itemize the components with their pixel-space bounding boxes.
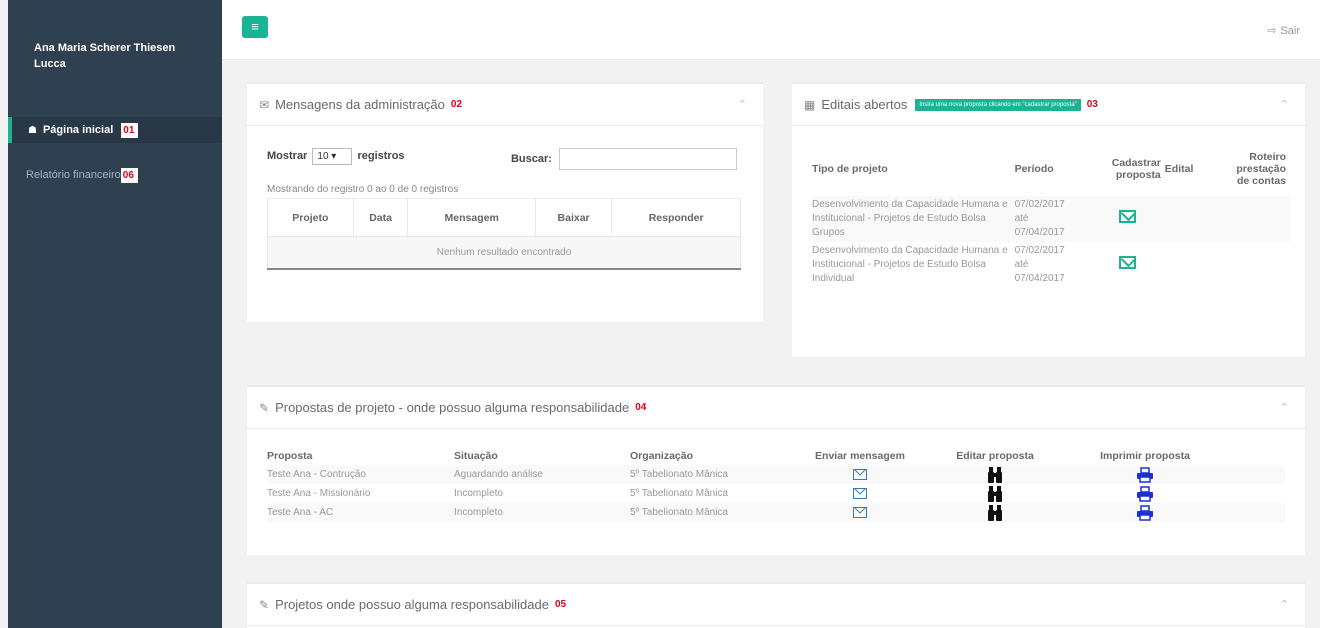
column-header[interactable]: Data	[352, 198, 409, 237]
panel-header: ▦ Editais abertos Insira uma nova propos…	[792, 84, 1305, 126]
hamburger-icon: ≡	[251, 19, 259, 34]
annotation-tag: 02	[450, 99, 463, 110]
projetos-panel: ✎ Projetos onde possuo alguma responsabi…	[247, 582, 1305, 628]
annotation-tag: 06	[120, 167, 138, 183]
search-label: Buscar:	[510, 152, 552, 165]
envelope-icon[interactable]	[1119, 210, 1136, 223]
organizacao-cell: 5º Tabelionato Mânica	[630, 503, 800, 522]
tipo-cell: Desenvolvimento da Capacidade Humana e I…	[812, 245, 1008, 284]
sidebar-item-label: Relatório financeiro	[26, 169, 121, 181]
calendar-icon: ▦	[804, 97, 816, 112]
panel-header: ✎ Projetos onde possuo alguma responsabi…	[247, 584, 1305, 626]
propostas-panel: ✎ Propostas de projeto - onde possuo alg…	[247, 385, 1305, 555]
chevron-up-icon[interactable]: ⌃	[1280, 98, 1289, 111]
annotation-tag: 01	[121, 122, 139, 138]
panel-title: Propostas de projeto - onde possuo algum…	[275, 400, 630, 415]
propostas-table: Proposta Situação Organização Enviar men…	[267, 447, 1285, 522]
send-message-icon[interactable]	[853, 487, 867, 499]
column-header[interactable]: Mensagem	[407, 198, 536, 237]
send-message-icon[interactable]	[853, 506, 867, 518]
table-row: Desenvolvimento da Capacidade Humana e I…	[812, 196, 1290, 242]
column-header[interactable]: Projeto	[267, 198, 354, 237]
situacao-cell: Incompleto	[454, 503, 630, 522]
binoculars-icon[interactable]	[988, 504, 1002, 522]
column-header: Proposta	[267, 450, 313, 462]
menu-toggle-button[interactable]: ≡	[242, 16, 268, 38]
empty-message: Nenhum resultado encontrado	[267, 236, 741, 270]
file-icon: ✎	[259, 597, 270, 612]
situacao-cell: Incompleto	[454, 488, 503, 499]
column-header: Cadastrar proposta	[1111, 157, 1161, 181]
column-header: Roteiro prestação de contas	[1236, 151, 1286, 187]
send-message-icon[interactable]	[853, 468, 867, 480]
table-controls: Mostrar 10 ▾ registros Buscar:	[267, 148, 737, 170]
editais-table: Tipo de projeto Período Cadastrar propos…	[812, 142, 1290, 288]
user-name: Ana Maria Scherer Thiesen Lucca	[34, 42, 176, 70]
situacao-cell: Aguardando análise	[454, 465, 630, 484]
column-header: Imprimir proposta	[1100, 450, 1190, 462]
panel-header: ✎ Propostas de projeto - onde possuo alg…	[247, 387, 1305, 429]
printer-icon[interactable]	[1137, 504, 1153, 521]
logout-link[interactable]: ⇨ Sair	[1267, 24, 1300, 37]
organizacao-cell: 5º Tabelionato Mânica	[630, 488, 728, 499]
chevron-up-icon[interactable]: ⌃	[738, 98, 747, 111]
sign-out-icon: ⇨	[1267, 25, 1277, 37]
periodo-cell: 07/02/2017 até 07/04/2017	[1014, 245, 1065, 284]
editais-panel: ▦ Editais abertos Insira uma nova propos…	[792, 82, 1305, 357]
column-header: Período	[1014, 163, 1054, 175]
sidebar-item-financial-report[interactable]: Relatório financeiro 06	[8, 162, 222, 188]
column-header: Tipo de projeto	[812, 163, 888, 175]
annotation-tag: 03	[1086, 99, 1098, 110]
records-label: registros	[357, 150, 405, 162]
page-size-select[interactable]: 10 ▾	[312, 148, 353, 165]
home-icon: ☗	[28, 124, 37, 136]
proposta-cell: Teste Ana - Contrução	[267, 465, 454, 484]
sidebar-item-label: Página inicial	[42, 124, 114, 136]
sidebar-item-home[interactable]: ☗ Página inicial 01	[8, 117, 222, 143]
table-row: Teste Ana - AC Incompleto 5º Tabelionato…	[267, 503, 1285, 522]
binoculars-icon[interactable]	[988, 485, 1002, 503]
column-header: Editar proposta	[956, 450, 1034, 462]
logout-label: Sair	[1280, 25, 1300, 37]
chevron-up-icon[interactable]: ⌃	[1280, 598, 1289, 611]
printer-icon[interactable]	[1137, 485, 1153, 502]
top-bar: ≡ ⇨ Sair	[222, 0, 1320, 60]
periodo-cell: 07/02/2017 até 07/04/2017	[1014, 196, 1095, 242]
proposta-cell: Teste Ana - Missionário	[267, 488, 371, 499]
proposta-cell: Teste Ana - AC	[267, 503, 454, 522]
binoculars-icon[interactable]	[988, 466, 1002, 484]
annotation-tag: 05	[554, 599, 567, 610]
cadastrar-cell	[1094, 196, 1165, 242]
table-row: Teste Ana - Missionário Incompleto 5º Ta…	[267, 484, 1285, 503]
search-input[interactable]	[559, 148, 737, 170]
column-header: Enviar mensagem	[815, 450, 905, 462]
envelope-icon: ✉	[259, 97, 270, 112]
panel-title: Projetos onde possuo alguma responsabili…	[275, 597, 549, 612]
show-label: Mostrar	[267, 150, 308, 162]
panel-title: Editais abertos	[821, 97, 908, 112]
table-info: Mostrando do registro 0 ao 0 de 0 regist…	[267, 184, 459, 195]
organizacao-cell: 5º Tabelionato Mânica	[630, 465, 800, 484]
annotation-tag: 04	[635, 402, 647, 413]
file-icon: ✎	[259, 400, 270, 415]
table-row: Teste Ana - Contrução Aguardando análise…	[267, 465, 1285, 484]
panel-header: ✉ Mensagens da administração 02 ⌃	[247, 84, 763, 126]
envelope-icon[interactable]	[1119, 256, 1136, 269]
column-header[interactable]: Responder	[611, 198, 741, 237]
table-row: Desenvolvimento da Capacidade Humana e I…	[812, 242, 1290, 288]
hint-badge: Insira uma nova proposta clicando em "ca…	[915, 98, 1081, 111]
column-header: Situação	[454, 450, 498, 462]
chevron-up-icon[interactable]: ⌃	[1280, 401, 1289, 414]
column-header: Organização	[630, 450, 694, 462]
printer-icon[interactable]	[1137, 466, 1153, 483]
column-header: Edital	[1164, 163, 1194, 175]
tipo-cell: Desenvolvimento da Capacidade Humana e I…	[812, 196, 1015, 242]
cadastrar-cell	[1094, 242, 1165, 288]
sidebar: Ana Maria Scherer Thiesen Lucca ☗ Página…	[8, 0, 222, 628]
panel-title: Mensagens da administração	[275, 97, 445, 112]
messages-table: Projeto Data Mensagem Baixar Responder N…	[267, 198, 741, 270]
column-header[interactable]: Baixar	[534, 198, 613, 237]
messages-panel: ✉ Mensagens da administração 02 ⌃ Mostra…	[247, 82, 763, 322]
